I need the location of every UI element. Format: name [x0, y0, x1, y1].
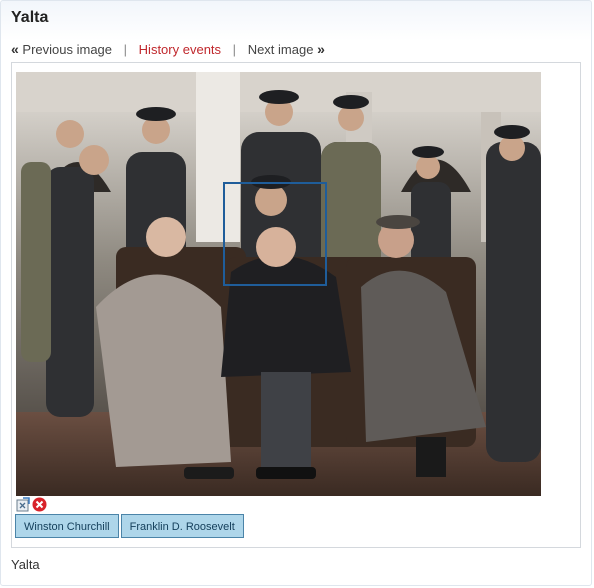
- image-frame: Winston Churchill Franklin D. Roosevelt: [11, 62, 581, 548]
- face-tag-highlight[interactable]: [223, 182, 327, 286]
- edit-tag-icon[interactable]: [16, 497, 31, 512]
- photo-panel: Yalta « Previous image | History events …: [0, 0, 592, 586]
- next-arrow-icon[interactable]: »: [317, 41, 325, 57]
- image-navigation: « Previous image | History events | Next…: [11, 41, 325, 57]
- tag-button-roosevelt[interactable]: Franklin D. Roosevelt: [120, 514, 244, 538]
- tag-tools: [16, 497, 47, 513]
- history-events-link[interactable]: History events: [139, 42, 221, 57]
- tag-button-churchill[interactable]: Winston Churchill: [15, 514, 119, 538]
- tag-list: Winston Churchill Franklin D. Roosevelt: [15, 514, 244, 538]
- previous-arrow-icon[interactable]: «: [11, 41, 19, 57]
- delete-tag-icon[interactable]: [32, 497, 47, 512]
- previous-image-link[interactable]: Previous image: [22, 42, 112, 57]
- nav-separator: |: [123, 42, 128, 57]
- nav-separator: |: [232, 42, 237, 57]
- image-caption: Yalta: [11, 557, 40, 572]
- page-title: Yalta: [11, 9, 49, 26]
- next-image-link[interactable]: Next image: [248, 42, 314, 57]
- yalta-photo: [16, 72, 541, 496]
